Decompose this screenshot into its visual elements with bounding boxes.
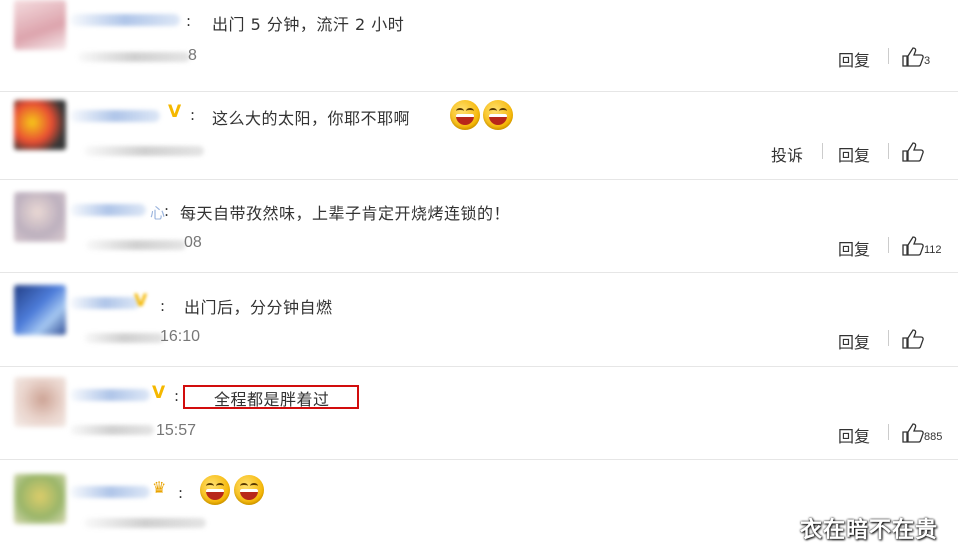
comment-item: V : 全程都是胖着过 15:57 回复 885 — [0, 367, 958, 460]
comment-text: 每天自带孜然味，上辈子肯定开烧烤连锁的！ — [180, 204, 511, 223]
colon: : — [164, 202, 170, 220]
reply-button[interactable]: 回复 — [838, 329, 870, 353]
like-count: 885 — [924, 431, 943, 443]
laughing-emoji-icon — [450, 100, 480, 130]
comment-text: 这么大的太阳，你耶不耶啊 — [212, 109, 411, 128]
v-badge-icon: V — [134, 291, 148, 311]
timestamp: 8 — [188, 47, 197, 64]
colon: : — [178, 484, 184, 502]
divider — [888, 424, 889, 440]
comment-item: 心 : 每天自带孜然味，上辈子肯定开烧烤连锁的！ 08 回复 112 — [0, 180, 958, 273]
avatar[interactable] — [14, 474, 66, 524]
like-count: 3 — [924, 55, 931, 67]
comment-item: V : 出门后，分分钟自燃 16:10 回复 — [0, 273, 958, 367]
comment-actions: 回复 — [558, 329, 958, 353]
avatar[interactable] — [14, 0, 66, 50]
divider — [888, 330, 889, 346]
avatar[interactable] — [14, 100, 66, 150]
comment-item: V : 这么大的太阳，你耶不耶啊 投诉 回复 — [0, 92, 958, 180]
comment-actions: 回复 112 — [558, 236, 958, 260]
username-blurred[interactable] — [70, 486, 150, 498]
colon: : — [160, 297, 166, 315]
comment-text: 出门 5 分钟，流汗 2 小时 — [212, 15, 405, 34]
thumb-up-icon[interactable] — [902, 423, 924, 443]
timestamp-blurred — [70, 425, 154, 435]
colon: 心 — [150, 204, 166, 222]
thumb-up-icon[interactable] — [902, 329, 924, 349]
comment-actions: 投诉 回复 — [558, 142, 958, 166]
divider — [888, 143, 889, 159]
divider — [822, 143, 823, 159]
username-blurred[interactable] — [70, 204, 146, 216]
timestamp-blurred — [84, 518, 206, 528]
comment-text: 全程都是胖着过 — [214, 390, 330, 409]
colon: : — [190, 106, 196, 124]
timestamp: 15:57 — [156, 422, 197, 439]
avatar[interactable] — [14, 377, 66, 427]
report-button[interactable]: 投诉 — [771, 142, 803, 166]
thumb-up-icon[interactable] — [902, 236, 924, 256]
laughing-emoji-icon — [200, 475, 230, 505]
comment-text: 出门后，分分钟自燃 — [184, 298, 333, 317]
timestamp-blurred — [84, 333, 164, 343]
laughing-emoji-icon — [483, 100, 513, 130]
avatar[interactable] — [14, 192, 66, 242]
thumb-up-icon[interactable] — [902, 47, 924, 67]
watermark: 衣在暗不在贵 — [800, 518, 939, 543]
thumb-up-icon[interactable] — [902, 142, 924, 162]
v-badge-icon: V — [152, 383, 166, 403]
timestamp: 08 — [184, 234, 202, 251]
v-badge-icon: V — [168, 102, 182, 122]
comment-actions: 回复 885 — [558, 423, 958, 447]
colon: : — [174, 387, 180, 405]
divider — [888, 237, 889, 253]
username-blurred[interactable] — [70, 297, 140, 309]
username-blurred[interactable] — [70, 110, 160, 122]
timestamp: 16:10 — [160, 328, 201, 345]
reply-button[interactable]: 回复 — [838, 236, 870, 260]
comment-actions: 回复 3 — [558, 47, 958, 71]
comment-item: : 出门 5 分钟，流汗 2 小时 8 回复 3 — [0, 0, 958, 92]
colon: : — [186, 12, 192, 30]
laughing-emoji-icon — [234, 475, 264, 505]
timestamp-blurred — [84, 146, 204, 156]
crown-icon: ♛ — [152, 478, 167, 497]
timestamp-blurred — [86, 240, 186, 250]
avatar[interactable] — [14, 285, 66, 335]
reply-button[interactable]: 回复 — [838, 423, 870, 447]
reply-button[interactable]: 回复 — [838, 47, 870, 71]
username-blurred[interactable] — [70, 14, 180, 26]
timestamp-blurred — [78, 52, 190, 62]
reply-button[interactable]: 回复 — [838, 142, 870, 166]
like-count: 112 — [924, 244, 942, 256]
username-blurred[interactable] — [70, 389, 150, 401]
divider — [888, 48, 889, 64]
